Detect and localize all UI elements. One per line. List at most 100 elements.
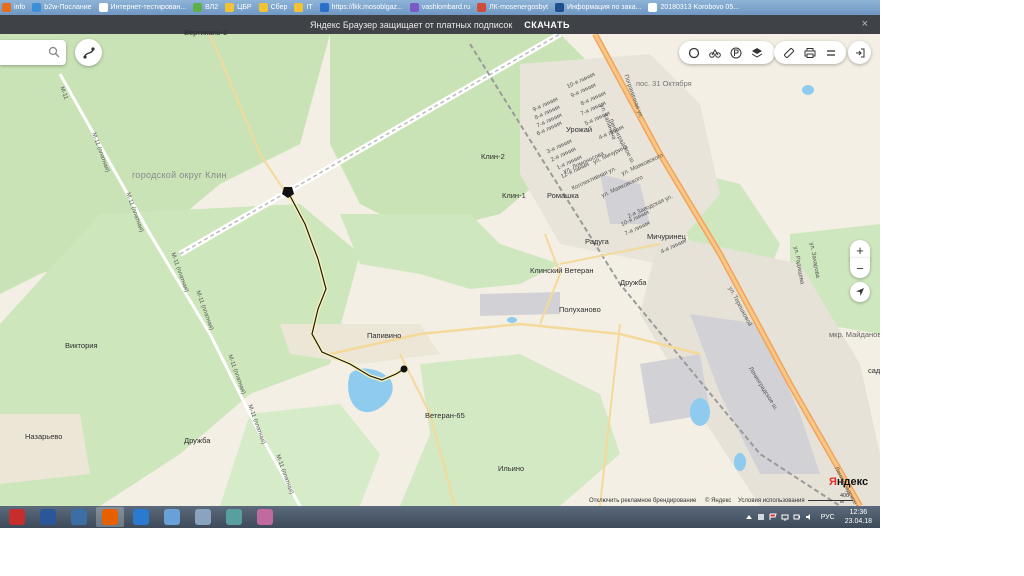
bookmark-favicon-icon [193, 3, 203, 12]
bookmark-item[interactable]: Сбер [257, 3, 293, 12]
place-veteran65: Ветеран-65 [425, 411, 465, 420]
place-druzhba-west: Дружба [184, 436, 211, 445]
taskbar-app-people[interactable] [251, 507, 279, 527]
zoom-in-button[interactable]: + [850, 240, 870, 260]
layers-button[interactable] [746, 42, 767, 63]
bookmark-label: Информация по зака... [566, 4, 642, 11]
bookmark-item[interactable]: ЛК-mosenergosbyt [475, 3, 553, 12]
bookmark-item[interactable]: ЦБР [223, 3, 256, 12]
minus-icon: − [856, 260, 864, 276]
language-indicator[interactable]: РУС [821, 514, 835, 521]
zoom-out-button[interactable]: − [850, 258, 870, 278]
copyright: © Яндекс [705, 498, 732, 504]
place-raduga: Радуга [585, 237, 609, 246]
print-button[interactable] [799, 42, 820, 63]
app-firefox-icon [102, 509, 118, 525]
place-maydanovo: мкр. Майданово [829, 330, 880, 339]
bookmark-favicon-icon [258, 3, 268, 12]
bookmark-label: IT [306, 4, 313, 11]
printer-icon [804, 47, 815, 58]
search-input[interactable] [0, 40, 66, 65]
bookmark-item[interactable]: ВЛ2 [191, 3, 223, 12]
bookmarks-bar: info b2w-Послание Интернет-тестирован... ВЛ… [0, 0, 880, 15]
taskbar-app-pinned-1[interactable] [3, 507, 31, 527]
bookmark-item[interactable]: 20180313 Korobovo 05... [646, 3, 744, 12]
bookmark-item[interactable]: b2w-Послание [30, 3, 96, 12]
bookmark-label: ВЛ2 [205, 4, 219, 11]
parking-button[interactable] [725, 42, 746, 63]
bookmark-label: ЦБР [237, 4, 252, 11]
place-papivino: Папивино [367, 331, 402, 340]
volume-icon[interactable] [805, 513, 813, 521]
bookmark-favicon-icon [294, 3, 304, 12]
pond [690, 398, 710, 426]
place-nazarevo: Назарьево [25, 432, 63, 441]
power-icon[interactable] [793, 513, 801, 521]
ruler-icon [783, 47, 794, 58]
bookmark-item[interactable]: Информация по зака... [553, 3, 646, 12]
close-icon[interactable]: × [862, 18, 868, 30]
tray-arrow-icon[interactable] [745, 513, 753, 521]
exit-fullscreen-button[interactable] [848, 41, 871, 64]
bookmark-item[interactable]: Интернет-тестирован... [97, 3, 192, 12]
route-button[interactable] [75, 39, 102, 66]
exit-icon [855, 48, 864, 57]
layers-toolbar [679, 41, 775, 64]
logo-letter: Я [829, 476, 837, 488]
bookmark-label: ЛК-mosenergosbyt [489, 4, 548, 11]
location-arrow-icon [856, 288, 864, 296]
app-notepad-icon [164, 509, 180, 525]
menu-button[interactable] [820, 42, 841, 63]
bookmark-label: Интернет-тестирован... [110, 4, 187, 11]
traffic-button[interactable] [683, 42, 704, 63]
terms-link[interactable]: Условия использования [738, 498, 805, 504]
bookmark-item[interactable]: vashlombard.ru [408, 3, 475, 12]
settlement-area [0, 414, 90, 484]
bookmark-favicon-icon [319, 3, 329, 12]
route-end-marker[interactable] [400, 365, 408, 373]
bookmark-favicon-icon [32, 3, 42, 12]
bookmark-favicon-icon [648, 3, 658, 12]
bookmark-item[interactable]: info [0, 3, 30, 12]
tray-flag-icon[interactable] [769, 513, 777, 521]
bookmark-label: https://lkk.mosoblgaz... [331, 4, 403, 11]
app-thunderbird-icon [71, 509, 87, 525]
bookmark-label: info [14, 4, 26, 11]
disable-branding-link[interactable]: Отключить рекламное брендирование [589, 498, 696, 504]
bookmark-item[interactable]: https://lkk.mosoblgaz... [318, 3, 408, 12]
place-klin1: Клин-1 [502, 191, 526, 200]
taskbar-app-word[interactable] [34, 507, 62, 527]
map-canvas[interactable]: городской округ Клин Вертикаль-2 пос. 31… [0, 28, 880, 513]
taskbar-app-maps[interactable] [220, 507, 248, 527]
download-button[interactable]: СКАЧАТЬ [524, 20, 570, 30]
bookmark-favicon-icon [225, 3, 235, 12]
taskbar-app-thunderbird[interactable] [65, 507, 93, 527]
ruler-button[interactable] [778, 42, 799, 63]
bookmark-favicon-icon [2, 3, 11, 12]
bookmark-favicon-icon [98, 3, 108, 12]
search-icon[interactable] [48, 46, 60, 58]
yandex-logo: Яндекс [829, 476, 868, 488]
app-navigator-icon [133, 509, 149, 525]
taskbar-app-notepad[interactable] [158, 507, 186, 527]
transport-button[interactable] [704, 42, 725, 63]
place-sad: сад [868, 366, 880, 375]
taskbar-app-firefox[interactable] [96, 507, 124, 527]
plus-icon: + [856, 242, 864, 258]
network-icon[interactable] [781, 513, 789, 521]
tools-toolbar [774, 41, 846, 64]
pond [802, 85, 814, 95]
bookmark-item[interactable]: IT [292, 3, 317, 12]
bookmark-label: Сбер [270, 4, 288, 11]
taskbar-app-calculator[interactable] [189, 507, 217, 527]
logo-text: ндекс [836, 476, 869, 488]
locate-button[interactable] [850, 282, 870, 302]
taskbar-app-navigator[interactable] [127, 507, 155, 527]
place-ilino: Ильино [498, 464, 525, 473]
app-calculator-icon [195, 509, 211, 525]
place-klinskiy-veteran: Клинский Ветеран [530, 266, 594, 275]
clock[interactable]: 12:36 23.04.18 [845, 508, 872, 526]
tray-app-icon[interactable] [757, 513, 765, 521]
place-druzhba-east: Дружба [620, 278, 647, 287]
traffic-icon [688, 47, 699, 58]
